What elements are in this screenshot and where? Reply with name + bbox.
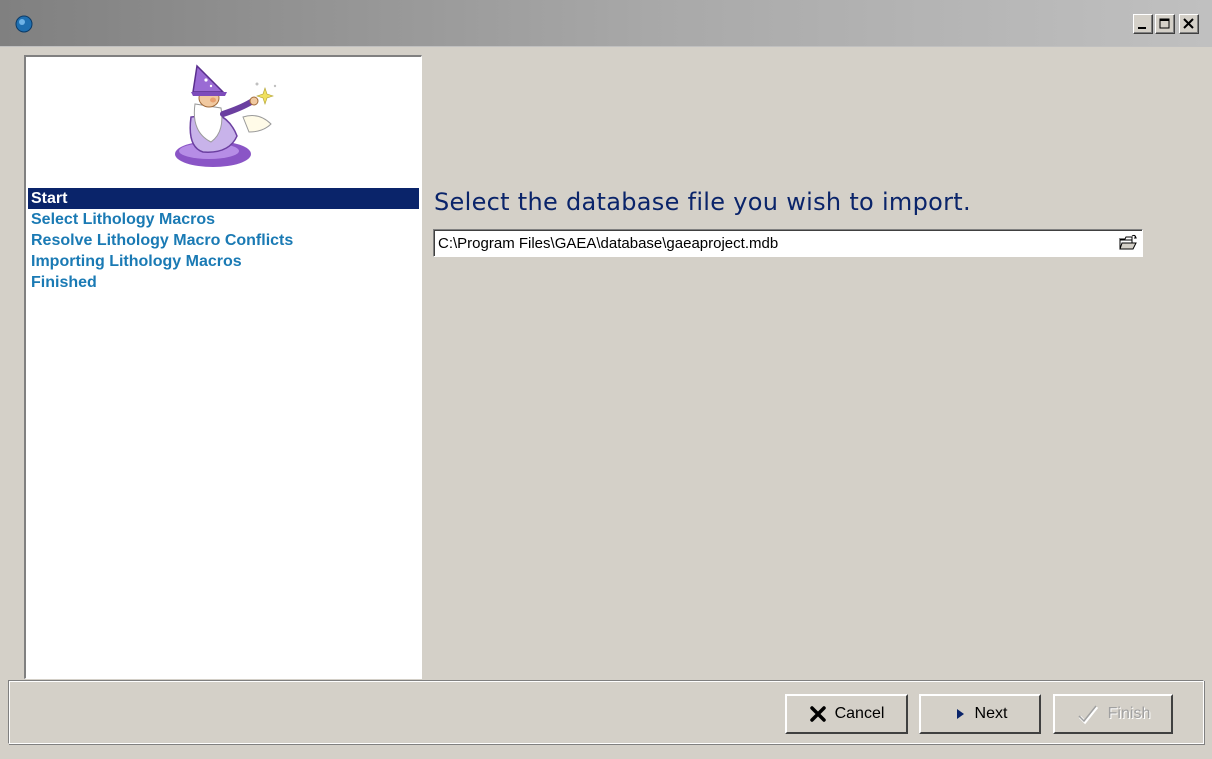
close-icon [1183, 18, 1194, 29]
wizard-icon [175, 64, 277, 167]
database-path-field[interactable] [433, 229, 1143, 257]
page-heading: Select the database file you wish to imp… [434, 188, 971, 216]
step-start: Start [28, 188, 419, 209]
browse-button[interactable] [1117, 233, 1139, 253]
next-button-label: Next [974, 705, 1008, 722]
maximize-button[interactable] [1155, 14, 1175, 34]
step-resolve-conflicts: Resolve Lithology Macro Conflicts [31, 232, 294, 249]
finish-button-label: Finish [1107, 705, 1151, 722]
minimize-button[interactable] [1133, 14, 1153, 34]
database-path-input[interactable] [438, 233, 1098, 253]
next-button[interactable]: Next [919, 694, 1041, 734]
finish-button[interactable]: Finish [1053, 694, 1173, 734]
wizard-steps-panel: Start Select Lithology Macros Resolve Li… [24, 55, 422, 679]
step-importing-macros: Importing Lithology Macros [31, 253, 242, 270]
cancel-button-label: Cancel [834, 705, 885, 722]
x-icon [809, 706, 826, 722]
minimize-icon [1138, 27, 1146, 29]
step-select-lithology-macros: Select Lithology Macros [31, 211, 216, 228]
checkmark-icon [1078, 705, 1098, 725]
wizard-window: Start Select Lithology Macros Resolve Li… [0, 0, 1212, 759]
title-bar[interactable] [0, 0, 1212, 47]
close-button[interactable] [1179, 14, 1199, 34]
cancel-button[interactable]: Cancel [785, 694, 908, 734]
folder-open-icon [1118, 234, 1137, 250]
play-arrow-icon [956, 709, 964, 719]
maximize-icon [1159, 18, 1170, 29]
wizard-steps-list: Start Select Lithology Macros Resolve Li… [28, 188, 419, 293]
app-icon [15, 15, 33, 33]
step-finished: Finished [31, 274, 97, 291]
